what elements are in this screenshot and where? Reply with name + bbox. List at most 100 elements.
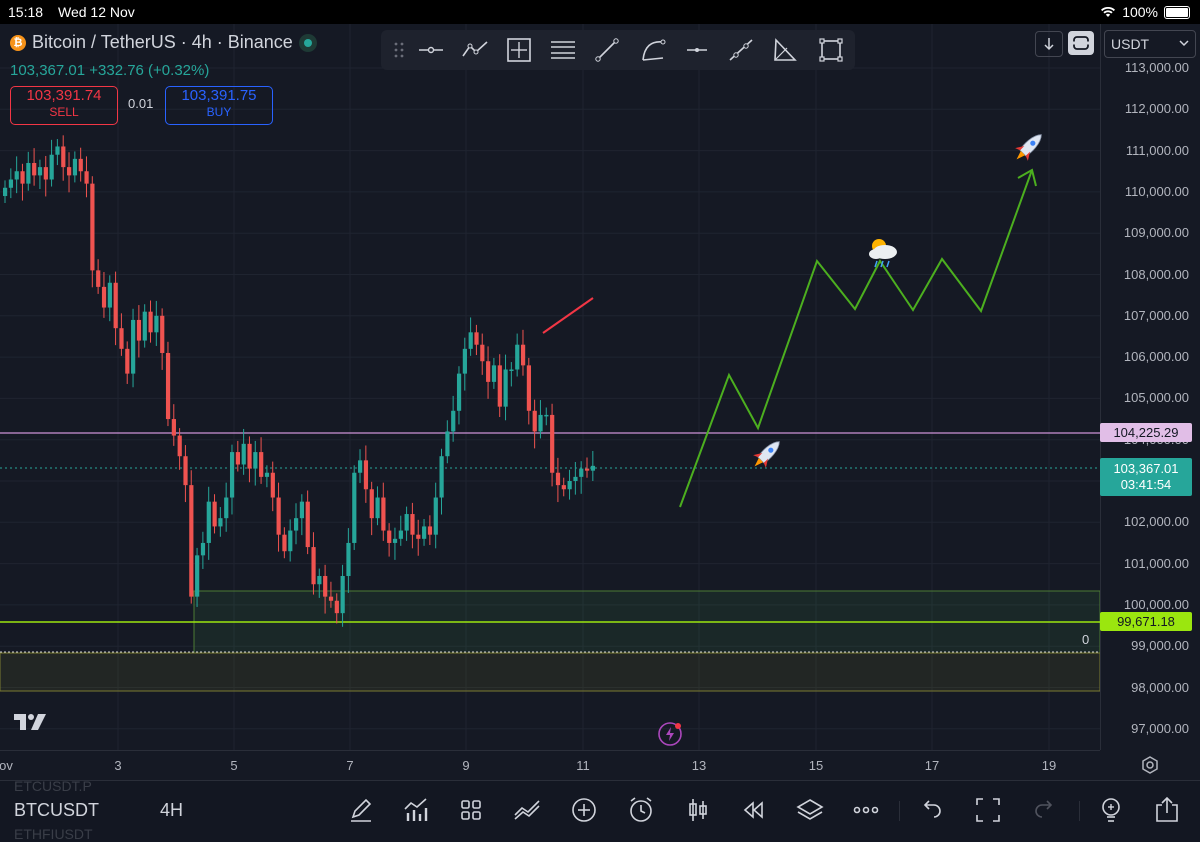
price-axis-label: 105,000.00 (1123, 390, 1189, 406)
draw-pen-icon[interactable] (346, 795, 376, 825)
candle-down (323, 575, 328, 597)
compare-icon[interactable] (512, 795, 542, 825)
redo-icon[interactable] (1030, 795, 1060, 825)
candle-down (282, 534, 287, 552)
undo-icon[interactable] (916, 795, 946, 825)
fullscreen-toggle-icon[interactable] (1068, 31, 1094, 55)
candle-down (526, 365, 531, 411)
candle-down (585, 468, 590, 471)
price-axis-label: 98,000.00 (1131, 679, 1189, 695)
candle-up (142, 311, 147, 341)
candle-down (32, 162, 37, 176)
parallel-channel-tool-icon[interactable] (727, 36, 755, 64)
time-axis[interactable]: ov 3 5 7 9 11 13 15 17 19 (0, 750, 1100, 781)
candle-down (259, 452, 264, 477)
candle-up (462, 348, 467, 374)
candle-up (241, 443, 246, 465)
time-axis-label: 11 (576, 758, 590, 773)
sell-button[interactable]: 103,391.74 SELL (10, 86, 118, 125)
horizontal-line-tool-icon[interactable] (417, 36, 445, 64)
fib-levels-tool-icon[interactable] (549, 36, 577, 64)
candle-up (468, 332, 473, 349)
candle-up (72, 158, 78, 176)
candle-up (195, 555, 200, 597)
candle-down (212, 501, 217, 527)
candle-up (200, 542, 206, 556)
price-chart[interactable]: 0 (0, 24, 1100, 750)
candle-up (579, 468, 584, 477)
layout-grid-icon[interactable] (456, 795, 486, 825)
chart-settings-gear-icon[interactable] (1138, 754, 1162, 776)
horizontal-ray-tool-icon[interactable] (683, 36, 711, 64)
measure-tool-icon[interactable] (505, 36, 533, 64)
candle-down (381, 497, 386, 531)
price-axis-label: 101,000.00 (1123, 555, 1189, 571)
projection-path (679, 169, 1033, 508)
share-icon[interactable] (1152, 795, 1182, 825)
time-axis-label: ov (0, 758, 13, 773)
candle-down (334, 600, 339, 614)
candle-up (340, 575, 345, 614)
candle-up (26, 162, 31, 184)
sell-price: 103,391.74 (26, 87, 102, 104)
drag-handle-icon[interactable] (385, 36, 413, 64)
path-tool-icon[interactable] (461, 36, 489, 64)
candle-down (171, 419, 176, 436)
candle-up (253, 452, 258, 469)
sun-cloud-rain-icon[interactable] (869, 239, 897, 268)
download-icon[interactable] (1035, 31, 1063, 57)
candle-down (165, 352, 171, 420)
candle-up (398, 530, 403, 539)
add-icon[interactable] (569, 795, 599, 825)
time-axis-label: 5 (230, 758, 238, 773)
buy-button[interactable]: 103,391.75 BUY (165, 86, 273, 125)
resistance-price-tag: 104,225.29 (1100, 423, 1192, 442)
candle-up (299, 501, 305, 519)
candle-up (456, 373, 462, 411)
layers-icon[interactable] (795, 795, 825, 825)
candle-down (113, 282, 118, 329)
bottom-symbol[interactable]: BTCUSDT (14, 800, 99, 821)
alarm-clock-icon[interactable] (626, 795, 656, 825)
watchlist-next-symbol[interactable]: ETHFIUSDT (14, 826, 93, 842)
candle-up (503, 369, 508, 407)
replay-icon[interactable] (739, 795, 769, 825)
candlestick-style-icon[interactable] (683, 795, 713, 825)
watchlist-prev-symbol[interactable]: ETCUSDT.P (14, 778, 92, 794)
price-axis-label: 102,000.00 (1123, 514, 1189, 530)
price-axis-label: 106,000.00 (1123, 349, 1189, 365)
current-price-value: 103,367.01 (1113, 461, 1179, 476)
rocket-icon[interactable] (748, 435, 785, 472)
candle-up (37, 167, 43, 176)
candle-down (276, 497, 281, 535)
candlestick-series (3, 135, 596, 627)
symbol-header[interactable]: ₿ Bitcoin / TetherUS · 4h · Binance (10, 32, 317, 53)
more-icon[interactable] (851, 795, 881, 825)
symbol-title[interactable]: Bitcoin / TetherUS · 4h · Binance (32, 32, 293, 53)
candle-down (235, 452, 240, 465)
price-axis[interactable]: 113,000.00 112,000.00 111,000.00 110,000.00… (1100, 24, 1200, 750)
rocket-icon[interactable] (1010, 128, 1047, 165)
trend-line-tool-icon[interactable] (593, 36, 621, 64)
lot-size[interactable]: 0.01 (128, 96, 153, 111)
battery-icon (1164, 5, 1190, 19)
candle-up (573, 476, 578, 481)
interval-selector[interactable]: 4H (160, 800, 183, 821)
candle-up (358, 460, 363, 473)
triangle-tool-icon[interactable] (771, 36, 799, 64)
flash-alert-icon[interactable] (658, 722, 682, 746)
indicators-icon[interactable] (401, 795, 431, 825)
price-axis-label: 97,000.00 (1131, 720, 1189, 736)
rectangle-tool-icon[interactable] (817, 36, 845, 64)
candle-down (474, 332, 479, 345)
fullscreen-icon[interactable] (973, 795, 1003, 825)
candle-up (49, 154, 54, 180)
candle-up (544, 414, 549, 417)
arc-tool-icon[interactable] (639, 36, 667, 64)
candle-up (538, 414, 543, 432)
candle-up (14, 171, 19, 180)
battery-percent: 100% (1122, 4, 1158, 20)
idea-lightbulb-icon[interactable] (1096, 795, 1126, 825)
candle-up (352, 472, 357, 543)
candle-up (224, 497, 229, 519)
